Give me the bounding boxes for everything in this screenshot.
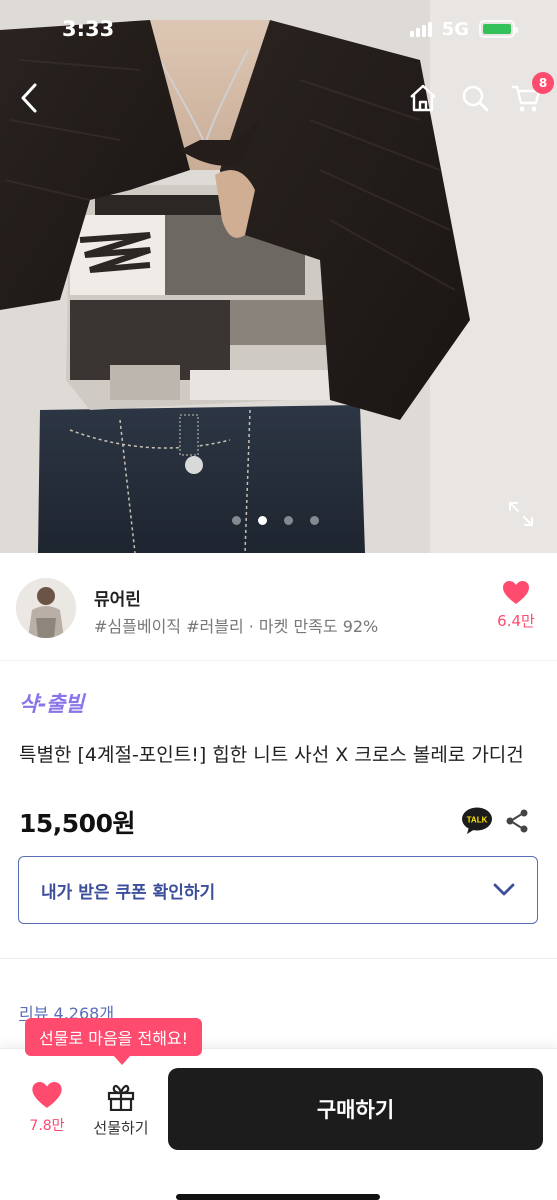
seller-tags: #심플베이직 #러블리 · 마켓 만족도 92% xyxy=(94,617,379,636)
carousel-dot[interactable] xyxy=(232,516,241,525)
talk-label: TALK xyxy=(467,816,488,825)
home-icon xyxy=(410,84,436,112)
status-bar: 3:33 5G xyxy=(0,0,557,58)
fullscreen-button[interactable] xyxy=(507,500,535,528)
gift-tooltip-text: 선물로 마음을 전해요! xyxy=(39,1029,189,1048)
seller-row[interactable]: 뮤어린 #심플베이직 #러블리 · 마켓 만족도 92% 6.4만 xyxy=(0,553,557,661)
tooltip-arrow xyxy=(113,1055,131,1065)
status-time: 3:33 xyxy=(62,17,115,41)
heart-icon xyxy=(32,1082,62,1108)
gift-icon xyxy=(107,1084,135,1111)
search-icon xyxy=(462,85,489,112)
heart-icon xyxy=(503,581,529,604)
seller-avatar[interactable] xyxy=(16,578,76,638)
chevron-left-icon xyxy=(21,83,37,113)
product-title: 특별한 [4계절-포인트!] 힙한 니트 사선 X 크로스 볼레로 가디건 xyxy=(19,744,524,766)
share-button[interactable] xyxy=(504,808,530,834)
talk-chat-icon: TALK xyxy=(462,807,492,834)
seller-avatar-image xyxy=(16,578,76,638)
carousel-dot-active[interactable] xyxy=(258,516,267,525)
seller-name[interactable]: 뮤어린 xyxy=(94,585,141,610)
search-button[interactable] xyxy=(455,78,495,118)
home-indicator xyxy=(176,1194,380,1200)
signal-icon xyxy=(409,21,432,37)
coupon-dropdown[interactable]: 내가 받은 쿠폰 확인하기 xyxy=(18,856,538,924)
seller-like-button[interactable]: 6.4만 xyxy=(492,581,540,631)
wishlist-count: 7.8만 xyxy=(29,1118,65,1134)
section-divider xyxy=(0,958,557,959)
buy-button[interactable]: 구매하기 xyxy=(168,1068,543,1150)
cart-count-badge: 8 xyxy=(532,72,554,94)
shipping-badge: 샥-출빌 xyxy=(19,692,84,716)
seller-like-count: 6.4만 xyxy=(497,612,535,630)
chevron-down-icon xyxy=(493,883,515,896)
cart-button[interactable]: 8 xyxy=(506,72,554,118)
carousel-dot[interactable] xyxy=(284,516,293,525)
wishlist-button[interactable]: 7.8만 xyxy=(22,1082,72,1135)
home-button[interactable] xyxy=(403,78,443,118)
carousel-indicator xyxy=(232,516,319,525)
network-label: 5G xyxy=(441,18,469,40)
carousel-dot[interactable] xyxy=(310,516,319,525)
coupon-label: 내가 받은 쿠폰 확인하기 xyxy=(41,882,216,903)
gift-label: 선물하기 xyxy=(93,1119,149,1137)
product-price: 15,500원 xyxy=(19,809,135,838)
gift-button[interactable]: 선물하기 xyxy=(88,1082,154,1138)
status-icons: 5G xyxy=(409,18,518,40)
kakao-talk-button[interactable]: TALK xyxy=(461,807,493,835)
battery-icon xyxy=(479,20,518,38)
gift-tooltip: 선물로 마음을 전해요! xyxy=(25,1018,203,1065)
back-button[interactable] xyxy=(10,78,50,118)
share-icon xyxy=(506,809,528,833)
product-image-carousel[interactable]: 3:33 5G 8 xyxy=(0,0,557,553)
expand-icon xyxy=(509,502,533,526)
